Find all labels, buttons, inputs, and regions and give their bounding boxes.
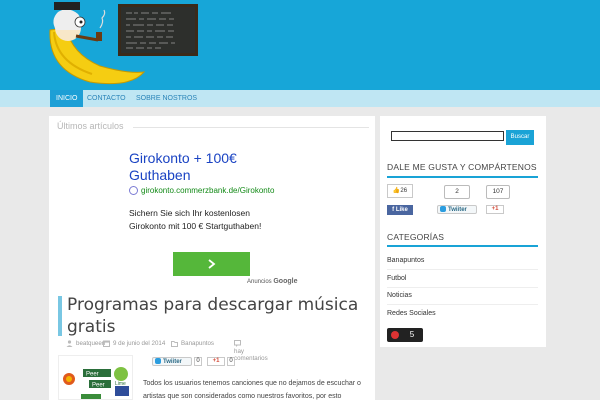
main-content: Últimos artículos Girokonto + 100€ Gutha… [49,116,375,400]
sidebar-gplus-button[interactable]: +1 [486,205,504,214]
section-divider [133,127,369,128]
like-count-box: 👍26 [387,184,413,198]
visitor-counter[interactable]: 5 [387,328,423,342]
tweet-button[interactable]: Twiiter [152,357,192,366]
like-label: Like [395,207,408,213]
tweet-count: 0 [194,357,202,366]
search-input[interactable] [391,131,504,141]
tweet-count-bubble: 2 [444,185,470,199]
tweet-label: Twiiter [163,359,182,365]
nav-item-sobre-nosotros[interactable]: SOBRE NOSTROS [130,90,203,107]
nav-item-inicio[interactable]: INICIO [50,90,84,107]
post-title[interactable]: Programas para descargar música gratis [67,294,367,338]
twitter-icon [440,206,446,212]
categories-widget-rule [387,245,538,247]
social-widget-title: DALE ME GUSTA Y COMPÁRTENOS [387,162,537,172]
twitter-icon [155,358,161,364]
gplus-count-bubble: 107 [486,185,510,199]
nav-item-contacto[interactable]: CONTACTO [81,90,132,107]
facebook-like-widget: 👍26 f Like [387,184,413,215]
categories-widget-title: CATEGORÍAS [387,232,445,242]
post-date: 9 de junio del 2014 [113,340,166,347]
gplus-button[interactable]: +1 [207,357,225,366]
section-title: Últimos artículos [57,121,124,131]
sidebar: Buscar DALE ME GUSTA Y COMPÁRTENOS 👍26 f… [380,116,546,347]
thumb-text-peer-2: Peer [92,383,105,389]
counter-icon [391,331,399,339]
ad-title-link[interactable]: Girokonto + 100€ Guthaben [129,150,279,184]
thumb-text-lime: Lime [115,381,126,387]
folder-icon [171,341,178,347]
post-title-accent [58,296,62,336]
calendar-icon [103,340,110,347]
p2p-programs-image: Peer Peer Lime [63,367,129,399]
sidebar-tweet-button[interactable]: Twiiter [437,205,477,214]
social-widget-rule [387,176,538,178]
category-link-futbol[interactable]: Futbol [387,275,406,282]
post-comments[interactable]: hay comentarios [234,348,274,362]
ad-go-button[interactable] [173,252,250,276]
globe-icon [129,186,138,195]
like-count: 26 [400,188,408,194]
sidebar-tweet-label: Twiiter [448,207,467,213]
category-link-redes-sociales[interactable]: Redes Sociales [387,310,436,317]
ad-description: Sichern Sie sich Ihr kostenlosen Girokon… [129,208,262,231]
post-excerpt: Todos los usuarios tenemos canciones que… [143,380,361,400]
category-divider [387,304,538,305]
gplus-count: 0 [227,357,235,366]
main-nav: INICIO CONTACTO SOBRE NOSTROS [0,90,600,107]
post-category[interactable]: Banapuntos [181,340,214,347]
search-button[interactable]: Buscar [506,130,534,145]
category-link-noticias[interactable]: Noticias [387,292,412,299]
category-divider [387,287,538,288]
counter-value: 5 [409,330,415,339]
post-author[interactable]: beatqueen [76,340,105,347]
facebook-like-button[interactable]: f Like [387,205,413,215]
chevron-right-icon [208,259,216,269]
ad-credit-brand: Google [273,278,298,285]
user-icon [66,340,73,347]
site-header [0,0,600,90]
ad-credit[interactable]: Anuncios Google [247,278,297,285]
comment-icon [234,340,241,347]
category-divider [387,269,538,270]
banana-professor-logo[interactable] [40,0,210,88]
ad-url-link[interactable]: girokonto.commerzbank.de/Girokonto [141,186,274,195]
thumb-text-peer-1: Peer [86,372,99,378]
ad-credit-label: Anuncios [247,279,272,285]
category-link-banapuntos[interactable]: Banapuntos [387,257,424,264]
post-thumbnail[interactable]: Peer Peer Lime [58,355,133,400]
